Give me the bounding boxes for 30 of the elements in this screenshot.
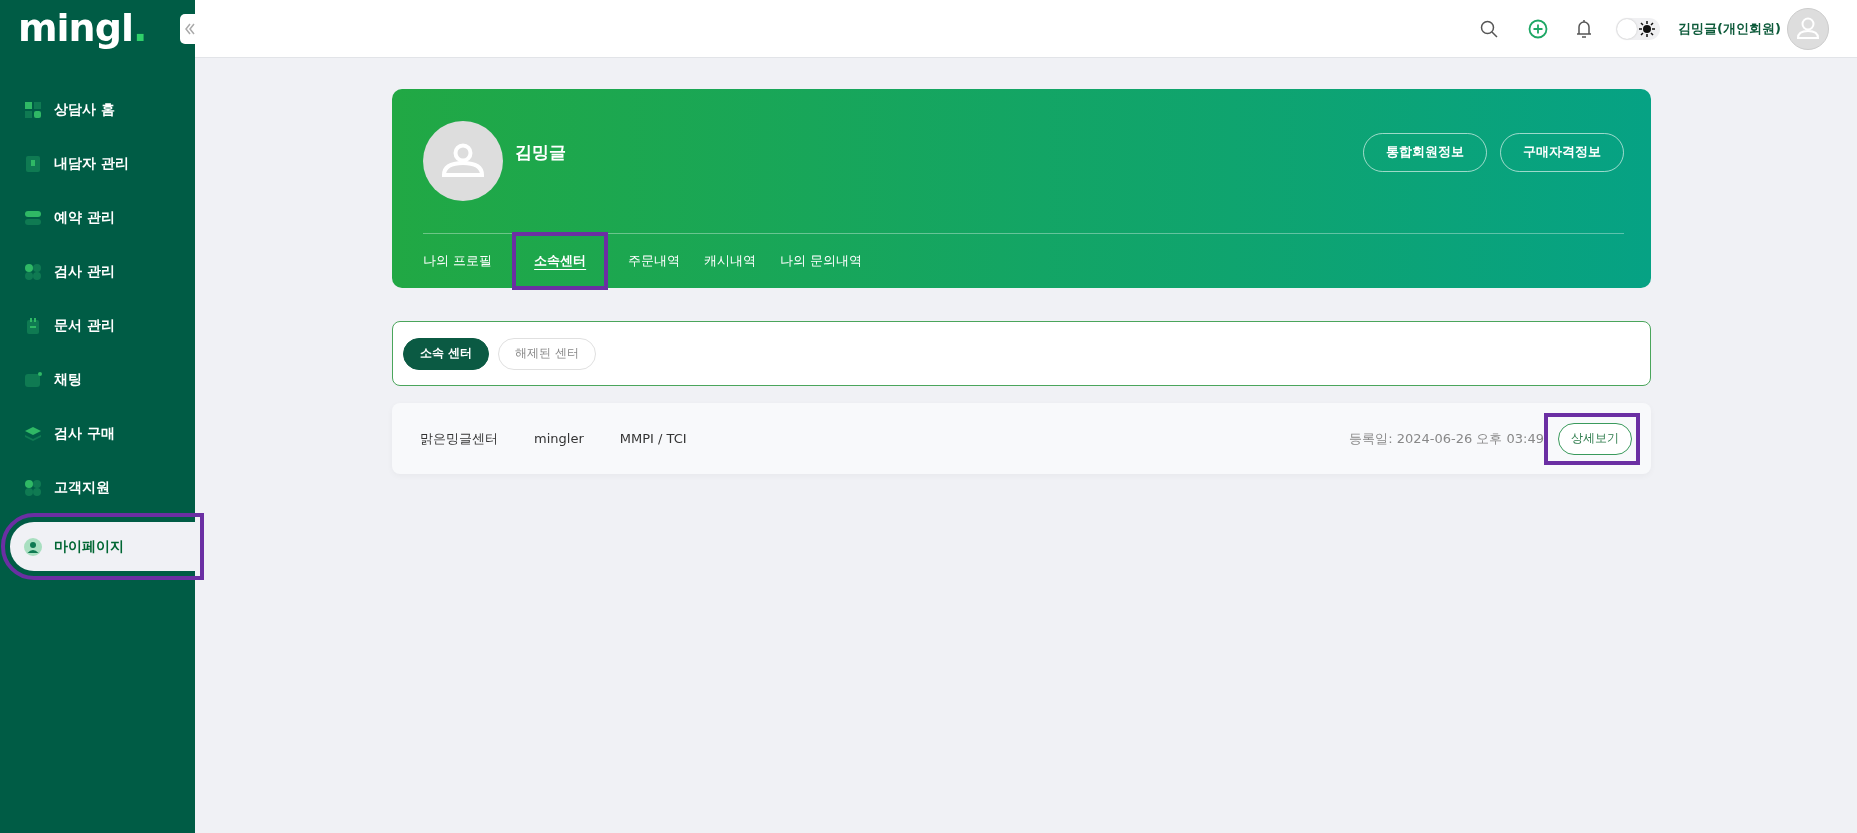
clipboard-icon: [24, 317, 42, 335]
user-name[interactable]: 김밍글(개인회원): [1678, 19, 1781, 38]
center-name: 맑은밍글센터: [420, 429, 498, 448]
registered-date: 등록일: 2024-06-26 오후 03:49: [1349, 429, 1544, 448]
sidebar-item[interactable]: 고객지원: [10, 466, 195, 510]
bell-icon[interactable]: [1576, 18, 1593, 39]
sidebar-item[interactable]: 문서 관리: [10, 304, 195, 348]
sidebar-item[interactable]: 예약 관리: [10, 196, 195, 240]
person-icon: [24, 537, 42, 556]
grid-icon: [24, 101, 42, 119]
sidebar-item[interactable]: 채팅: [10, 358, 195, 402]
filter-tab[interactable]: 해제된 센터: [498, 337, 596, 370]
theme-toggle[interactable]: [1616, 17, 1661, 40]
chat-icon: [24, 371, 42, 389]
sidebar-item[interactable]: 검사 관리: [10, 250, 195, 294]
dots-icon: [24, 263, 42, 281]
test-types: MMPI / TCI: [619, 431, 688, 446]
dots-icon: [24, 479, 42, 497]
sidebar-item[interactable]: 상담사 홈: [10, 88, 195, 132]
profile-name: 김밍글: [515, 140, 567, 164]
layers-icon: [24, 425, 42, 443]
user-id: mingler: [534, 431, 584, 446]
sidebar-item[interactable]: 내담자 관리: [10, 142, 195, 186]
add-icon[interactable]: [1528, 18, 1549, 39]
detail-button[interactable]: 상세보기: [1558, 422, 1632, 455]
search-icon[interactable]: [1480, 19, 1499, 38]
sun-icon: [1639, 20, 1656, 37]
sidebar-item[interactable]: 검사 구매: [10, 412, 195, 456]
filter-tab[interactable]: 소속 센터: [403, 337, 490, 370]
logo: mingl.: [18, 6, 147, 52]
